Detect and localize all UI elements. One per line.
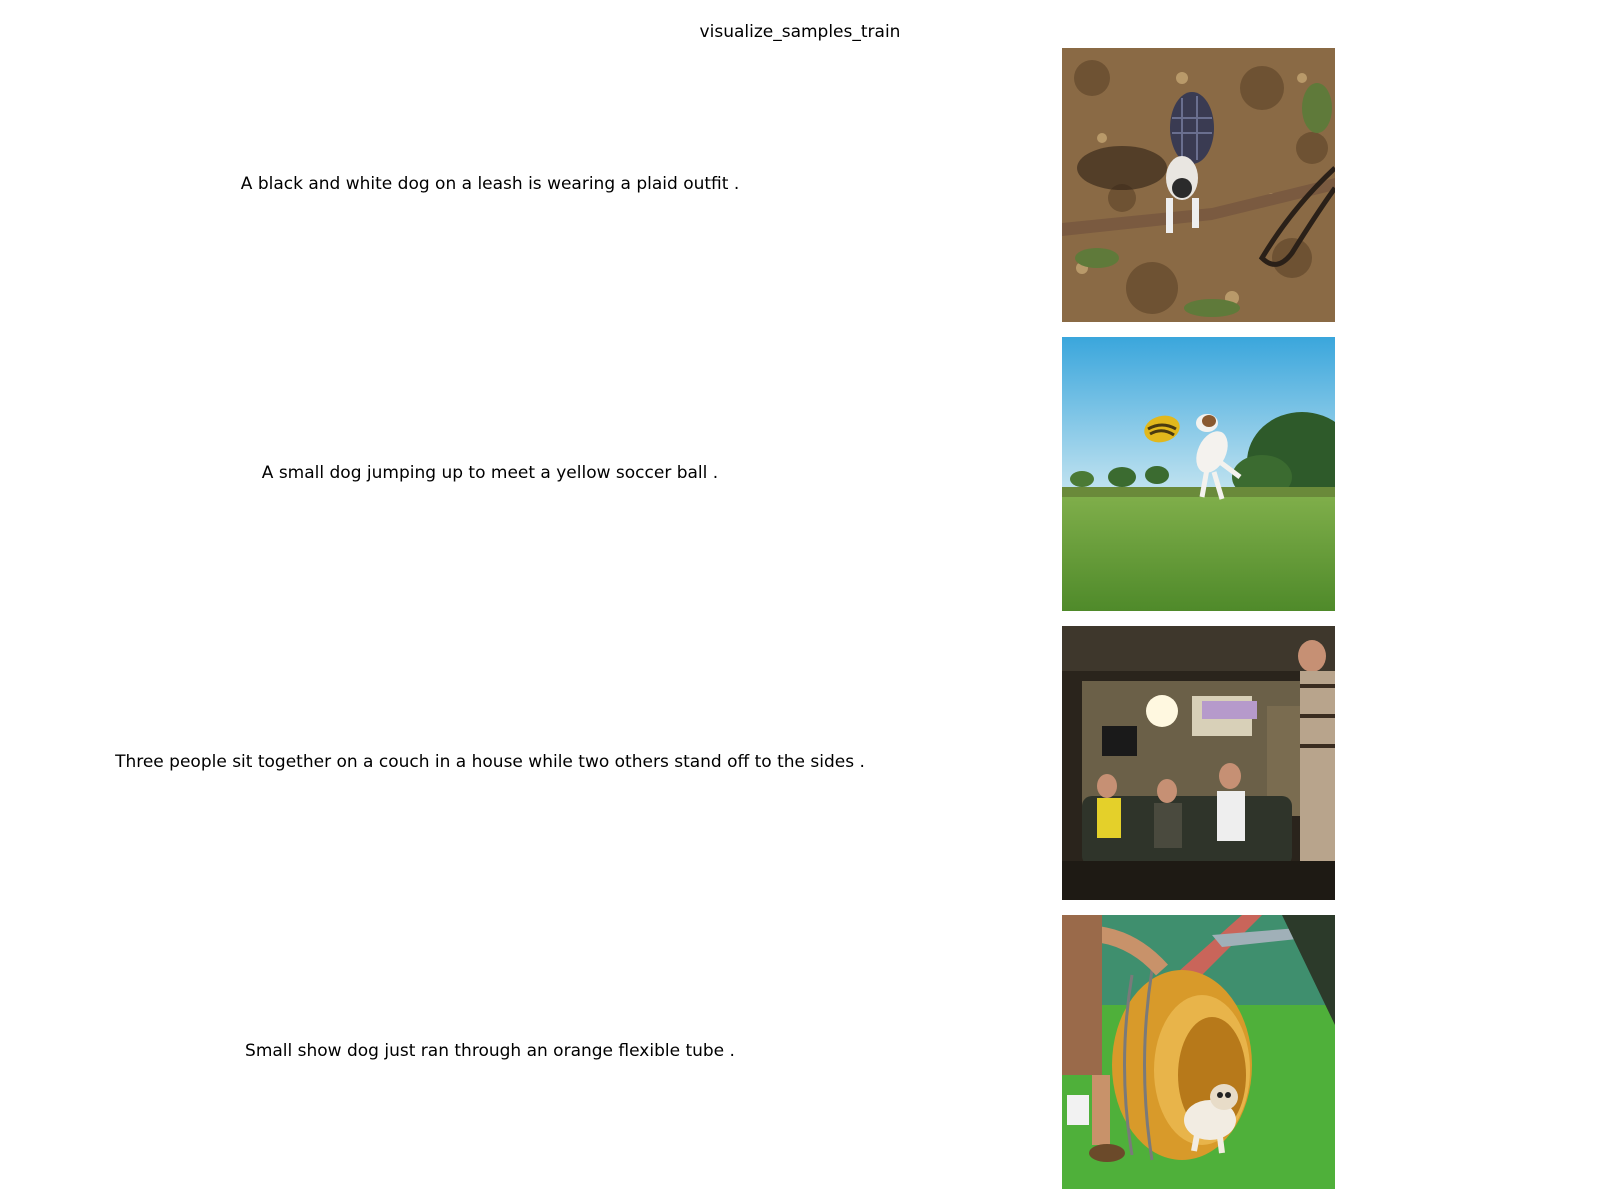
figure-title: visualize_samples_train <box>699 22 901 42</box>
sample-image-2 <box>1062 337 1335 611</box>
sample-caption-2: A small dog jumping up to meet a yellow … <box>261 463 719 483</box>
dog-on-leash-photo-icon <box>1062 48 1335 322</box>
people-on-couch-photo-icon <box>1062 626 1335 900</box>
dog-agility-tube-photo-icon <box>1062 915 1335 1189</box>
sample-image-4 <box>1062 915 1335 1189</box>
sample-image-1 <box>1062 48 1335 322</box>
sample-caption-4: Small show dog just ran through an orang… <box>245 1041 735 1061</box>
sample-image-3 <box>1062 626 1335 900</box>
sample-caption-1: A black and white dog on a leash is wear… <box>240 174 740 194</box>
sample-caption-3: Three people sit together on a couch in … <box>115 752 865 772</box>
dog-jumping-soccer-ball-photo-icon <box>1062 337 1335 611</box>
